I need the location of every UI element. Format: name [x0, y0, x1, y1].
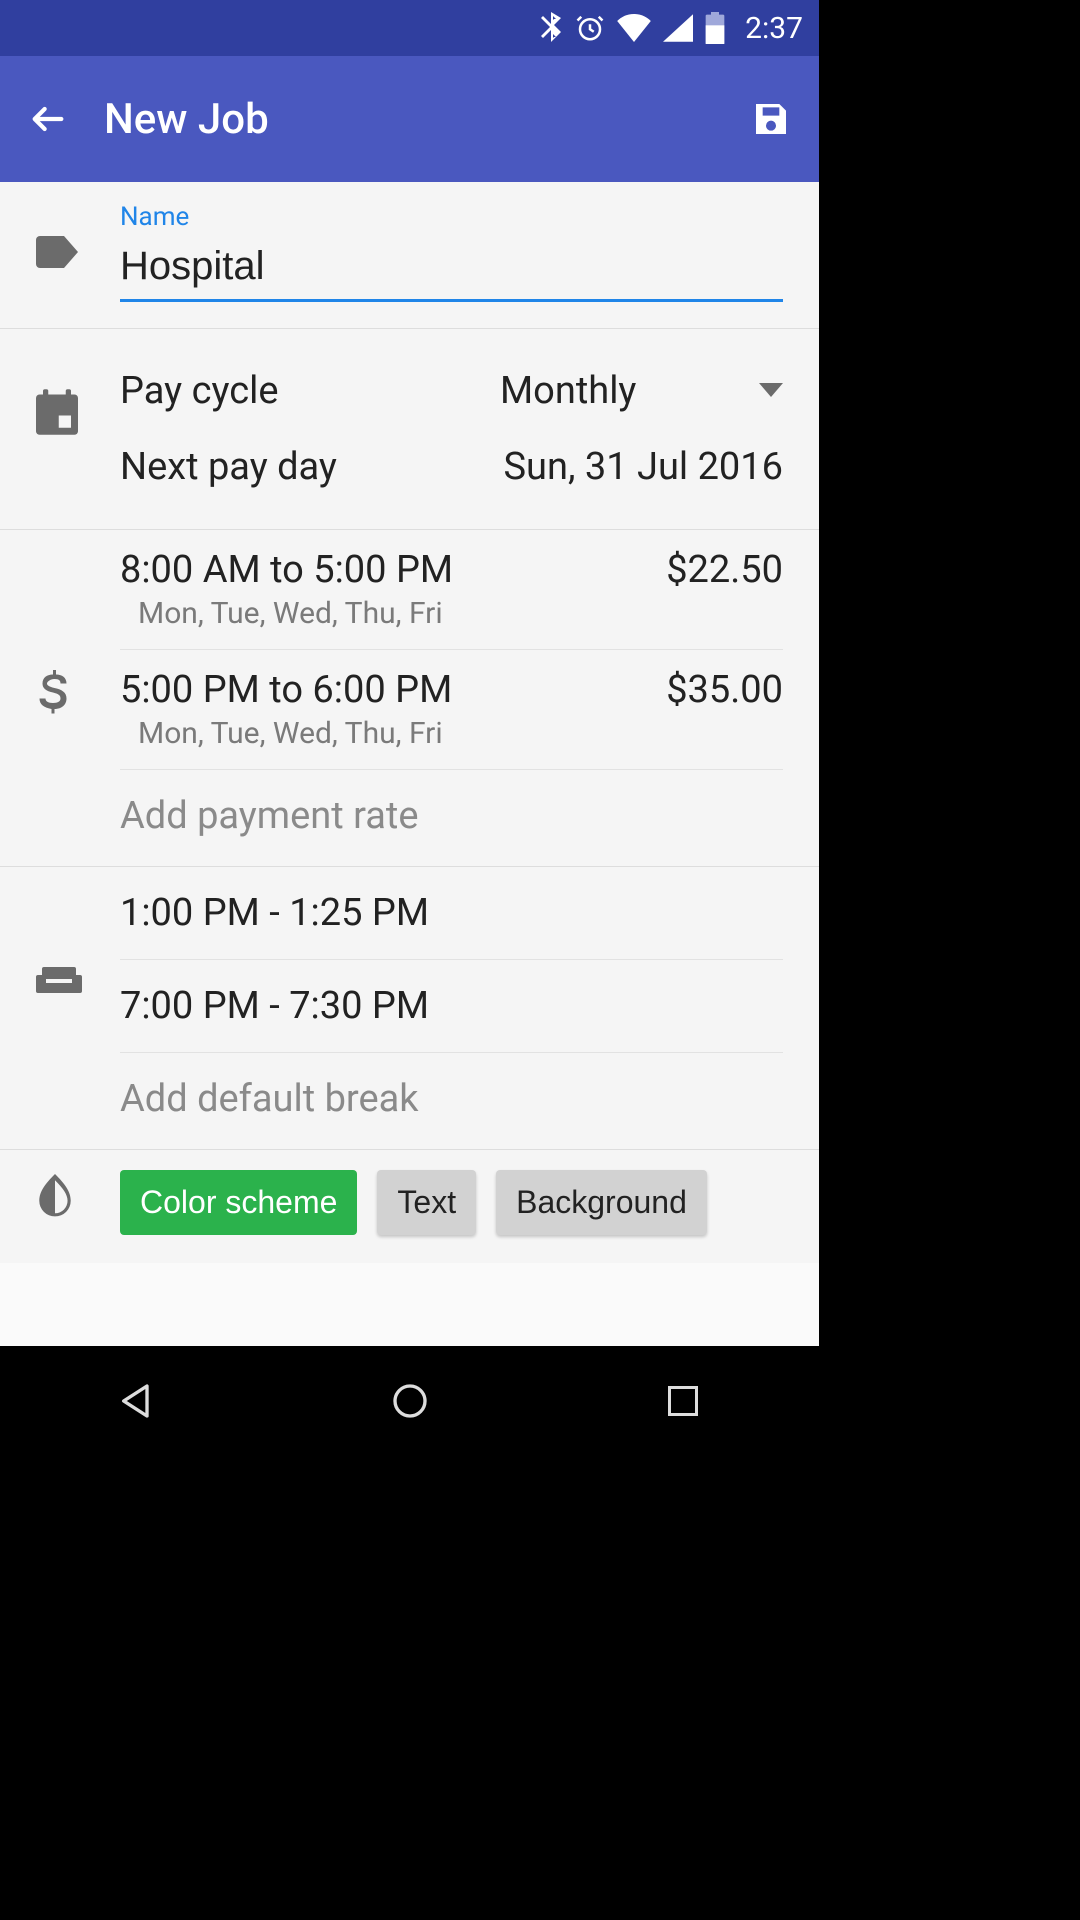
couch-icon [36, 982, 82, 1001]
color-scheme-button[interactable]: Color scheme [120, 1170, 357, 1235]
dollar-icon [36, 703, 70, 722]
payment-rate-row[interactable]: 8:00 AM to 5:00 PM Mon, Tue, Wed, Thu, F… [120, 530, 783, 650]
payment-rates-section: 8:00 AM to 5:00 PM Mon, Tue, Wed, Thu, F… [0, 530, 819, 867]
tag-icon [36, 236, 84, 272]
calendar-icon [36, 420, 78, 439]
wifi-icon [617, 14, 651, 42]
status-time: 2:37 [745, 11, 803, 46]
invert-colors-icon [36, 1203, 74, 1222]
next-pay-day-value: Sun, 31 Jul 2016 [503, 445, 783, 489]
system-nav-bar [0, 1346, 819, 1456]
nav-back-button[interactable] [97, 1371, 177, 1431]
app-bar: New Job [0, 56, 819, 182]
alarm-icon [575, 13, 605, 43]
nav-home-button[interactable] [370, 1371, 450, 1431]
rate-amount: $35.00 [666, 668, 783, 712]
name-section: Name [0, 182, 819, 329]
breaks-section: 1:00 PM - 1:25 PM 7:00 PM - 7:30 PM Add … [0, 867, 819, 1150]
color-section: Color scheme Text Background [0, 1150, 819, 1263]
rate-days: Mon, Tue, Wed, Thu, Fri [138, 716, 666, 751]
rate-time: 5:00 PM to 6:00 PM [120, 668, 666, 712]
text-color-button[interactable]: Text [377, 1170, 476, 1235]
chevron-down-icon [759, 382, 783, 401]
payment-rate-row[interactable]: 5:00 PM to 6:00 PM Mon, Tue, Wed, Thu, F… [120, 650, 783, 770]
break-row[interactable]: 1:00 PM - 1:25 PM [120, 867, 783, 960]
pay-cycle-row[interactable]: Pay cycle Monthly [120, 353, 783, 429]
name-input[interactable] [120, 236, 783, 302]
pay-section: Pay cycle Monthly Next pay day Sun, 31 J… [0, 329, 819, 530]
page-title: New Job [104, 95, 747, 144]
rate-time: 8:00 AM to 5:00 PM [120, 548, 666, 592]
add-payment-rate-button[interactable]: Add payment rate [120, 770, 783, 866]
bluetooth-icon [539, 12, 563, 44]
next-pay-day-label: Next pay day [120, 445, 503, 489]
pay-cycle-value: Monthly [500, 369, 636, 413]
name-label: Name [120, 202, 783, 232]
rate-days: Mon, Tue, Wed, Thu, Fri [138, 596, 666, 631]
status-bar: 2:37 [0, 0, 819, 56]
background-color-button[interactable]: Background [496, 1170, 707, 1235]
back-button[interactable] [24, 95, 72, 143]
save-button[interactable] [747, 95, 795, 143]
add-break-button[interactable]: Add default break [120, 1053, 783, 1149]
pay-cycle-label: Pay cycle [120, 369, 440, 413]
nav-recent-button[interactable] [643, 1371, 723, 1431]
next-pay-day-row[interactable]: Next pay day Sun, 31 Jul 2016 [120, 429, 783, 505]
rate-amount: $22.50 [666, 548, 783, 592]
break-row[interactable]: 7:00 PM - 7:30 PM [120, 960, 783, 1053]
cell-signal-icon [663, 14, 693, 42]
battery-icon [705, 12, 725, 44]
